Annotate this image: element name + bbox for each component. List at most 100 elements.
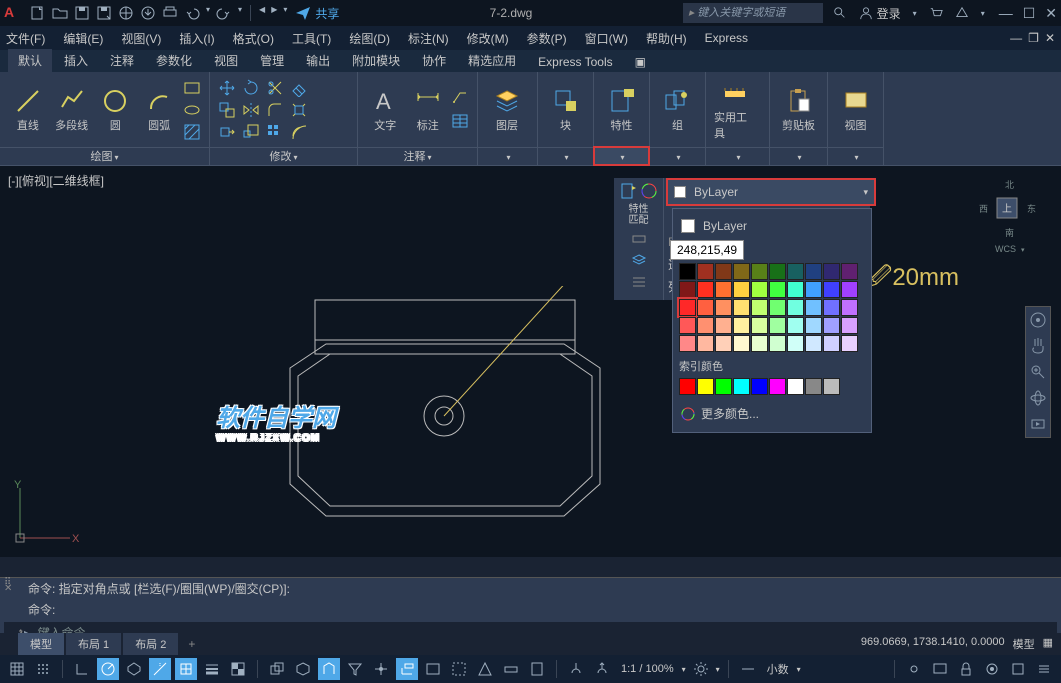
tab-collaborate[interactable]: 协作 — [412, 49, 456, 72]
menu-edit[interactable]: 编辑(E) — [63, 30, 103, 47]
erase-icon[interactable] — [290, 79, 308, 97]
menu-format[interactable]: 格式(O) — [233, 30, 274, 47]
table-icon[interactable] — [451, 112, 469, 130]
zoom-readout[interactable]: 1:1 / 100% — [617, 663, 678, 675]
color-swatch[interactable] — [679, 335, 696, 352]
annoscale-lock-icon[interactable] — [565, 658, 587, 680]
leader-icon[interactable] — [451, 90, 469, 108]
index-color-swatch[interactable] — [697, 378, 714, 395]
stretch-icon[interactable] — [218, 123, 236, 141]
color-swatch[interactable] — [733, 317, 750, 334]
close-button[interactable]: ✕ — [1045, 5, 1057, 22]
fillet-icon[interactable] — [266, 101, 284, 119]
otrack-toggle[interactable] — [149, 658, 171, 680]
color-swatch[interactable] — [697, 317, 714, 334]
tab-addins[interactable]: 附加模块 — [342, 49, 410, 72]
snap-toggle[interactable] — [32, 658, 54, 680]
polyline-button[interactable]: 多段线 — [52, 87, 92, 133]
color-swatch[interactable] — [787, 263, 804, 280]
login-button[interactable]: 登录 — [859, 5, 901, 22]
color-swatch[interactable] — [679, 299, 696, 316]
minimize-button[interactable]: — — [999, 5, 1013, 22]
mdi-close[interactable]: ✕ — [1045, 31, 1055, 45]
osnap-toggle[interactable] — [175, 658, 197, 680]
utilities-button[interactable]: 实用工具 — [714, 79, 756, 141]
color-swatch[interactable] — [733, 335, 750, 352]
color-swatch[interactable] — [715, 263, 732, 280]
layers-small-icon[interactable] — [630, 252, 648, 270]
color-swatch[interactable] — [679, 263, 696, 280]
copy-icon[interactable] — [218, 101, 236, 119]
color-swatch[interactable] — [733, 299, 750, 316]
index-color-swatch[interactable] — [733, 378, 750, 395]
pan-icon[interactable] — [1029, 337, 1047, 355]
dimension-button[interactable]: 标注 — [409, 87, 448, 133]
color-swatch[interactable] — [769, 317, 786, 334]
color-swatch[interactable] — [823, 263, 840, 280]
color-swatch[interactable] — [769, 299, 786, 316]
color-swatch[interactable] — [733, 263, 750, 280]
index-color-swatch[interactable] — [751, 378, 768, 395]
panel-group-expand[interactable]: ▾ — [650, 147, 705, 165]
color-swatch[interactable] — [841, 317, 858, 334]
color-swatch[interactable] — [697, 263, 714, 280]
menu-tools[interactable]: 工具(T) — [292, 30, 331, 47]
panel-properties-expand[interactable]: ▾ — [594, 147, 649, 165]
selection-filter-toggle[interactable] — [344, 658, 366, 680]
share-button[interactable]: 共享 — [295, 5, 339, 22]
more-colors-button[interactable]: 更多颜色... — [679, 401, 865, 426]
gizmo-toggle[interactable] — [370, 658, 392, 680]
menu-view[interactable]: 视图(V) — [121, 30, 161, 47]
color-swatch[interactable] — [805, 281, 822, 298]
panel-block-expand[interactable]: ▾ — [538, 147, 593, 165]
units-toggle[interactable] — [500, 658, 522, 680]
tab-insert[interactable]: 插入 — [54, 49, 98, 72]
color-swatch[interactable] — [715, 299, 732, 316]
move-icon[interactable] — [218, 79, 236, 97]
space-label[interactable]: 模型 — [1013, 636, 1035, 652]
color-swatch[interactable] — [787, 281, 804, 298]
color-swatch[interactable] — [679, 281, 696, 298]
ortho-toggle[interactable] — [71, 658, 93, 680]
grid-toggle[interactable] — [6, 658, 28, 680]
color-swatch[interactable] — [679, 317, 696, 334]
menu-parametric[interactable]: 参数(P) — [527, 30, 567, 47]
gear-icon[interactable] — [690, 658, 712, 680]
index-color-swatch[interactable] — [787, 378, 804, 395]
open-icon[interactable] — [52, 5, 68, 21]
view-button[interactable]: 视图 — [836, 87, 875, 133]
color-swatch[interactable] — [769, 263, 786, 280]
showmotion-icon[interactable] — [1029, 415, 1047, 433]
maximize-button[interactable]: ☐ — [1023, 5, 1036, 22]
new-icon[interactable] — [30, 5, 46, 21]
zoom-icon[interactable] — [1029, 363, 1047, 381]
bylayer-option[interactable]: ByLayer — [679, 215, 865, 237]
color-swatch[interactable] — [805, 335, 822, 352]
transparency-toggle[interactable] — [227, 658, 249, 680]
color-swatch[interactable] — [715, 317, 732, 334]
isolate-icon[interactable] — [981, 658, 1003, 680]
tab-parametric[interactable]: 参数化 — [146, 49, 202, 72]
add-layout-button[interactable]: + — [180, 634, 203, 654]
trim-icon[interactable] — [266, 79, 284, 97]
web-open-icon[interactable] — [118, 5, 134, 21]
color-swatch[interactable] — [751, 299, 768, 316]
circle-button[interactable]: 圆 — [96, 87, 136, 133]
tab-layout1[interactable]: 布局 1 — [66, 633, 121, 655]
index-color-swatch[interactable] — [715, 378, 732, 395]
clipboard-button[interactable]: 剪贴板 — [778, 87, 819, 133]
text-button[interactable]: A文字 — [366, 87, 405, 133]
panel-annotate-title[interactable]: 注释▾ — [358, 147, 477, 165]
color-control-dropdown[interactable]: ByLayer ▾ — [668, 180, 874, 204]
rect-icon[interactable] — [183, 79, 201, 97]
color-swatch[interactable] — [841, 263, 858, 280]
color-swatch[interactable] — [697, 281, 714, 298]
lineunits-icon[interactable] — [737, 658, 759, 680]
index-color-swatch[interactable] — [679, 378, 696, 395]
menu-express[interactable]: Express — [705, 31, 748, 45]
color-swatch[interactable] — [823, 317, 840, 334]
match-props-icon[interactable] — [620, 182, 638, 200]
dyn-input-toggle[interactable] — [396, 658, 418, 680]
tab-default[interactable]: 默认 — [8, 49, 52, 72]
cycling-toggle[interactable] — [266, 658, 288, 680]
